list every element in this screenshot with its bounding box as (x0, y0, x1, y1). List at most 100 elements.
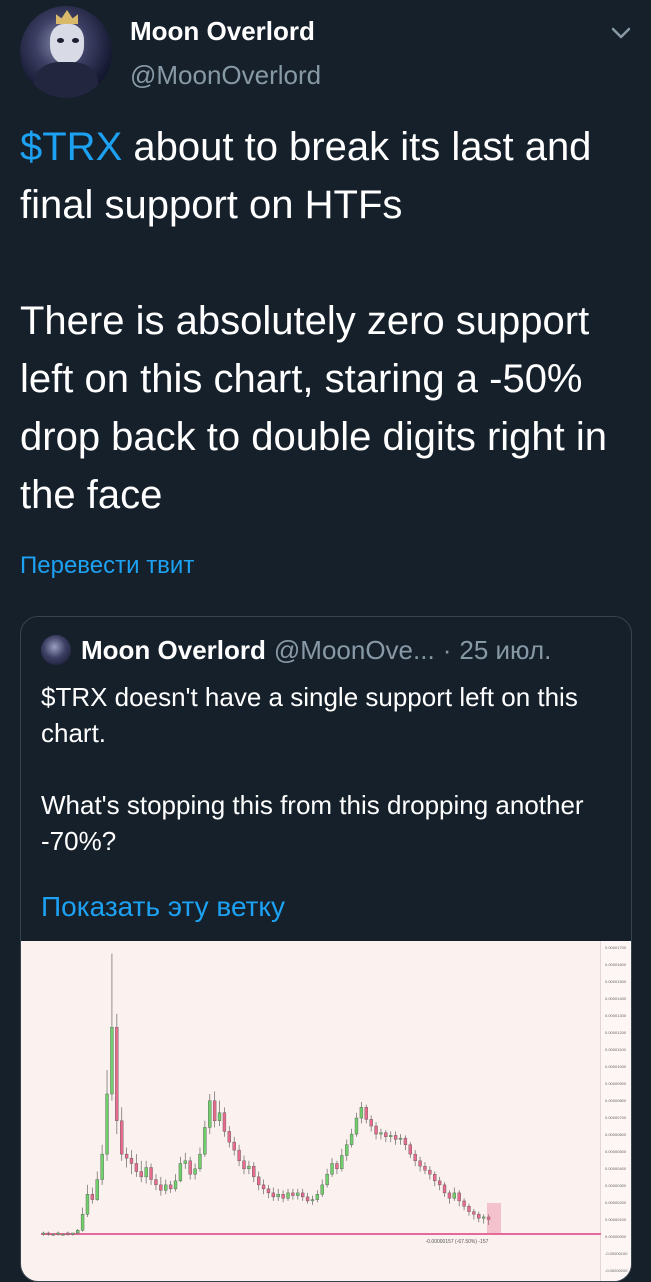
candle (173, 1180, 178, 1190)
candle (115, 1026, 119, 1121)
candle (232, 1141, 236, 1151)
candle (61, 1234, 65, 1236)
author-name[interactable]: Moon Overlord (130, 16, 315, 47)
y-tick-label: 0.00000700 (605, 1115, 627, 1120)
candle (100, 1153, 104, 1180)
candle (345, 1144, 349, 1156)
quoted-tweet-card[interactable]: Moon Overlord @MoonOve... · 25 июл. $TRX… (20, 616, 632, 1282)
candle (261, 1184, 266, 1190)
candle (389, 1135, 393, 1137)
candle (85, 1194, 90, 1215)
y-tick-label: -0.00000200 (605, 1268, 628, 1273)
candle (164, 1184, 168, 1191)
y-tick-label: 0.00000000 (605, 1234, 627, 1239)
candle (120, 1120, 124, 1155)
candle (168, 1184, 173, 1190)
y-tick-label: 0.00001100 (605, 1047, 627, 1052)
candle (217, 1112, 222, 1121)
candle (398, 1137, 403, 1140)
y-tick-label: 0.00001200 (605, 1030, 627, 1035)
candle (178, 1163, 183, 1182)
candle (203, 1127, 207, 1155)
quoted-author-avatar (41, 635, 71, 665)
candle (481, 1216, 486, 1219)
candle (90, 1194, 95, 1200)
candle (159, 1184, 163, 1191)
candle (354, 1117, 359, 1135)
candle (276, 1194, 280, 1198)
y-tick-label: 0.00000400 (605, 1166, 627, 1171)
candle (467, 1206, 471, 1212)
candle (457, 1192, 461, 1202)
translate-tweet-link[interactable]: Перевести твит (20, 552, 194, 580)
candle (379, 1132, 383, 1135)
candle (418, 1160, 422, 1167)
y-tick-label: 0.00000100 (605, 1217, 627, 1222)
author-avatar[interactable] (20, 6, 112, 98)
tweet-text: $TRX about to break its last and final s… (20, 118, 632, 524)
candle (134, 1163, 139, 1172)
candle (41, 1232, 46, 1235)
candle (305, 1196, 310, 1202)
candle (129, 1157, 134, 1164)
candle (193, 1168, 197, 1175)
avatar-body (34, 62, 98, 98)
y-tick-label: 0.00001400 (605, 996, 627, 1001)
candle (315, 1194, 320, 1200)
candle (237, 1149, 241, 1162)
y-tick-label: 0.00000800 (605, 1098, 627, 1103)
candle (281, 1194, 285, 1199)
candle (477, 1214, 481, 1219)
candle (286, 1192, 290, 1199)
y-tick-label: 0.00001300 (605, 1013, 627, 1018)
quoted-author-name: Moon Overlord (81, 634, 266, 665)
candle (452, 1192, 456, 1199)
candle (227, 1131, 231, 1143)
candle (139, 1171, 143, 1178)
candle (413, 1153, 417, 1162)
chevron-down-icon[interactable] (606, 18, 636, 48)
candle (105, 1093, 109, 1155)
candle (301, 1192, 305, 1198)
crown-icon (56, 10, 78, 24)
y-tick-label: 0.00001000 (605, 1064, 627, 1069)
candle (183, 1160, 187, 1164)
candle (66, 1232, 70, 1235)
candle (325, 1173, 329, 1186)
candle (124, 1153, 129, 1159)
price-chart-image[interactable]: -0.00000157 (-67.50%) -157 0.00001700 0.00… (21, 941, 631, 1281)
measure-annotation: -0.00000157 (-67.50%) -157 (426, 1239, 489, 1245)
candle (242, 1160, 246, 1170)
candle (374, 1125, 378, 1135)
candle (423, 1165, 427, 1171)
candle (428, 1169, 432, 1175)
show-thread-link[interactable]: Показать эту ветку (41, 891, 285, 923)
y-tick-label: 0.00000900 (605, 1081, 627, 1086)
quoted-tweet-date: 25 июл. (459, 634, 552, 665)
candle (46, 1232, 51, 1235)
candle (247, 1165, 251, 1170)
avatar-eye-left (57, 38, 64, 43)
candle (71, 1232, 75, 1235)
candle (296, 1192, 300, 1196)
candle (462, 1200, 466, 1207)
candle (256, 1176, 261, 1186)
candle (95, 1179, 99, 1200)
candle (433, 1173, 437, 1182)
candle (271, 1192, 276, 1198)
measure-box (487, 1203, 501, 1234)
header-separator: · (442, 634, 452, 665)
cashtag-link[interactable]: $TRX (20, 125, 122, 169)
candle (384, 1132, 388, 1137)
candle (320, 1184, 324, 1195)
y-tick-label: 0.00001500 (605, 979, 627, 984)
candle (335, 1163, 339, 1170)
candle (110, 1026, 114, 1095)
author-handle[interactable]: @MoonOverlord (130, 60, 321, 91)
candle (447, 1192, 452, 1199)
tweet-body: about to break its last and final suppor… (20, 125, 608, 517)
candle (198, 1153, 202, 1170)
quoted-tweet-header: Moon Overlord @MoonOve... · 25 июл. (41, 633, 551, 667)
candle (76, 1230, 80, 1234)
candle (310, 1199, 315, 1202)
